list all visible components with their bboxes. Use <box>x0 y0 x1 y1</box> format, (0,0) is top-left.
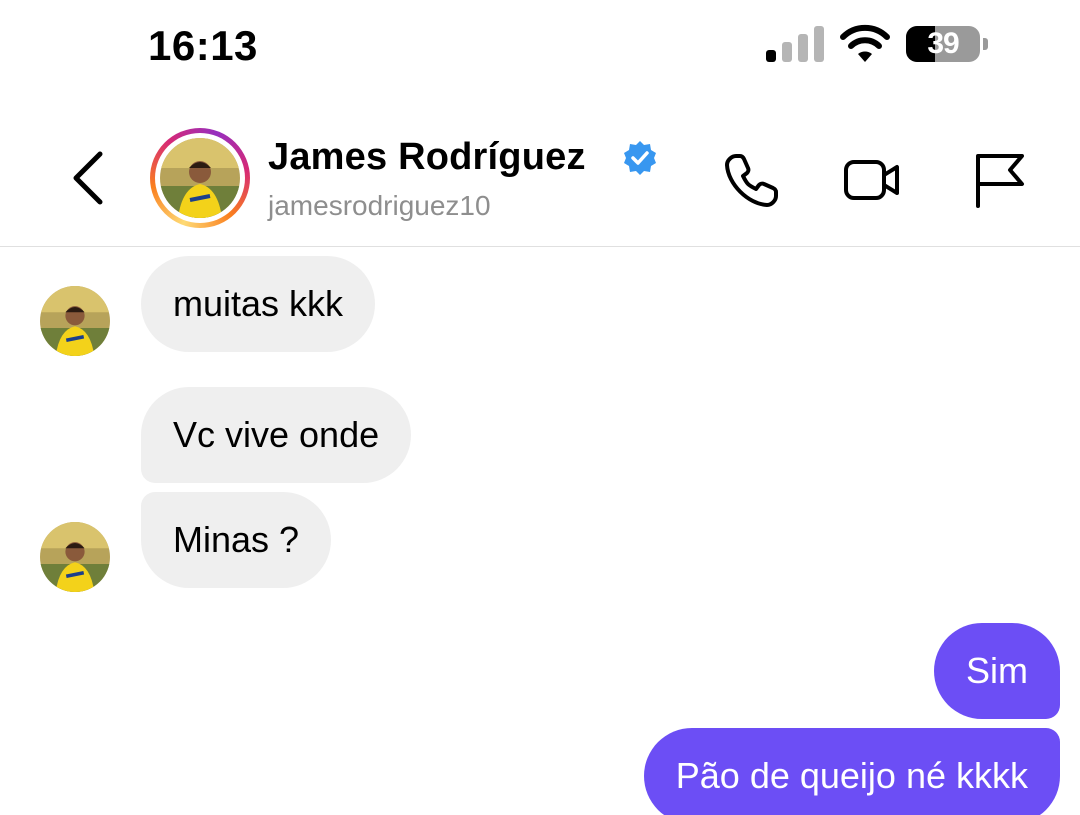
verified-badge-icon <box>624 141 656 175</box>
signal-bar <box>798 34 808 62</box>
contact-name[interactable]: James Rodríguez <box>268 136 586 179</box>
battery-nub <box>983 38 988 50</box>
signal-bar <box>782 42 792 62</box>
battery-body: 39 <box>906 26 980 62</box>
avatar <box>160 138 240 218</box>
contact-username[interactable]: jamesrodriguez10 <box>268 190 491 222</box>
video-call-icon[interactable] <box>842 150 902 210</box>
signal-bar <box>766 50 776 62</box>
sender-avatar[interactable] <box>40 522 110 592</box>
sender-avatar[interactable] <box>40 286 110 356</box>
message-bubble-incoming[interactable]: Minas ? <box>141 492 332 588</box>
battery-icon: 39 <box>906 26 988 62</box>
message-bubble-outgoing[interactable]: Sim <box>934 623 1060 719</box>
battery-level: 39 <box>927 27 959 60</box>
message-bubble-outgoing[interactable]: Pão de queijo né kkkk <box>643 728 1060 815</box>
phone-icon[interactable] <box>722 150 782 210</box>
header-divider <box>0 246 1080 247</box>
cellular-signal-icon <box>766 26 824 62</box>
signal-bar <box>814 26 824 62</box>
flag-report-icon[interactable] <box>970 150 1030 210</box>
back-chevron-icon[interactable] <box>66 148 112 208</box>
message-bubble-incoming[interactable]: muitas kkk <box>141 256 376 352</box>
status-time: 16:13 <box>148 22 258 69</box>
wifi-icon <box>840 24 890 62</box>
story-ring[interactable] <box>150 128 250 228</box>
message-bubble-incoming[interactable]: Vc vive onde <box>141 387 412 483</box>
